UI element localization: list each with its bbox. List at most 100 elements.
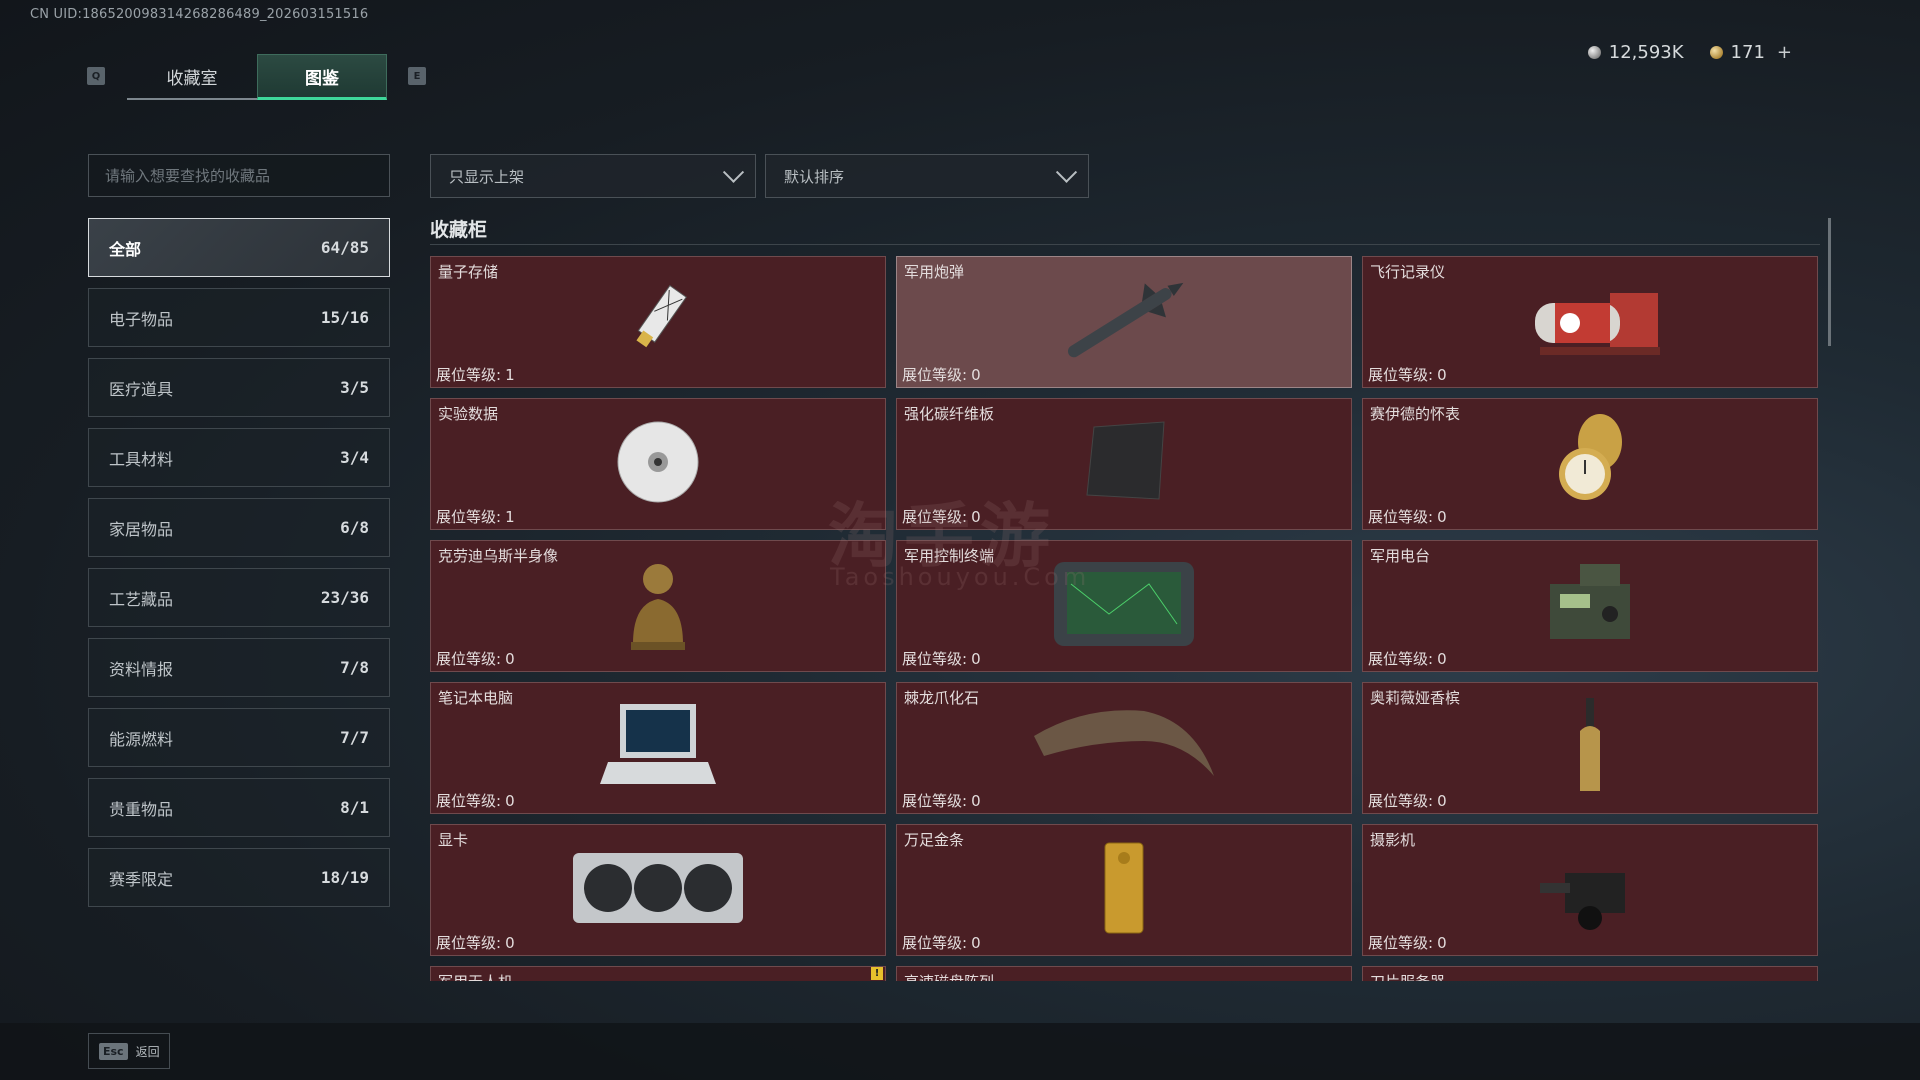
category-item[interactable]: 家居物品 6/8 [88, 498, 390, 557]
category-label: 电子物品 [109, 309, 174, 329]
category-label: 能源燃料 [109, 729, 174, 749]
category-item[interactable]: 资料情报 7/8 [88, 638, 390, 697]
item-level: 展位等级: 0 [902, 648, 981, 669]
item-level: 展位等级: 1 [436, 364, 515, 385]
level-value: 0 [971, 934, 981, 952]
esc-key-icon: Esc [99, 1042, 128, 1060]
pocket-watch-icon [1545, 412, 1635, 516]
level-value: 0 [1437, 934, 1447, 952]
collection-card[interactable]: 军用无人机! [430, 966, 886, 981]
footer-bar [0, 1023, 1920, 1080]
item-name: 军用炮弹 [904, 263, 965, 281]
item-level: 展位等级: 0 [436, 648, 515, 669]
category-count: 7/7 [340, 728, 369, 747]
category-list: 全部 64/85 电子物品 15/16 医疗道具 3/5 工具材料 3/4 家居物品 6/8 工艺藏… [88, 218, 390, 918]
collection-card[interactable]: 刀片服务器 [1362, 966, 1818, 981]
collection-card[interactable]: 摄影机展位等级: 0 [1362, 824, 1818, 956]
category-item[interactable]: 工具材料 3/4 [88, 428, 390, 487]
level-value: 0 [1437, 508, 1447, 526]
level-value: 0 [971, 792, 981, 810]
item-level: 展位等级: 0 [1368, 932, 1447, 953]
missile-icon [1049, 270, 1199, 374]
item-level: 展位等级: 0 [1368, 364, 1447, 385]
gold-currency[interactable]: 171 + [1709, 42, 1792, 63]
sort-dropdown[interactable]: 默认排序 [765, 154, 1089, 198]
champagne-icon [1570, 696, 1610, 800]
level-value: 0 [971, 650, 981, 668]
category-count: 23/36 [320, 588, 369, 607]
category-item[interactable]: 全部 64/85 [88, 218, 390, 277]
collection-card[interactable]: 克劳迪乌斯半身像 展位等级: 0 [430, 540, 886, 672]
category-item[interactable]: 能源燃料 7/7 [88, 708, 390, 767]
level-value: 0 [1437, 792, 1447, 810]
category-item[interactable]: 赛季限定 18/19 [88, 848, 390, 907]
level-label: 展位等级: [436, 792, 502, 810]
level-label: 展位等级: [436, 508, 502, 526]
item-level: 展位等级: 0 [1368, 648, 1447, 669]
collection-card[interactable]: 万足金条 展位等级: 0 [896, 824, 1352, 956]
laptop-icon [598, 696, 718, 800]
radio-icon [1540, 554, 1640, 658]
level-value: 0 [1437, 366, 1447, 384]
item-name: 高速磁盘阵列 [904, 971, 994, 981]
item-name: 棘龙爪化石 [904, 689, 980, 707]
category-item[interactable]: 贵重物品 8/1 [88, 778, 390, 837]
collection-card[interactable]: 飞行记录仪展位等级: 0 [1362, 256, 1818, 388]
item-name: 笔记本电脑 [438, 689, 514, 707]
collection-card[interactable]: 显卡 展位等级: 0 [430, 824, 886, 956]
category-count: 18/19 [320, 868, 369, 887]
next-tab-key[interactable]: E [408, 67, 426, 85]
collection-card[interactable]: 奥莉薇娅香槟 展位等级: 0 [1362, 682, 1818, 814]
collection-card[interactable]: 军用电台 展位等级: 0 [1362, 540, 1818, 672]
item-name: 摄影机 [1370, 831, 1416, 849]
collection-card[interactable]: 量子存储 展位等级: 1 [430, 256, 886, 388]
item-level: 展位等级: 1 [436, 506, 515, 527]
flight-recorder-icon [1515, 275, 1665, 369]
item-name: 克劳迪乌斯半身像 [438, 547, 559, 565]
collection-card[interactable]: 笔记本电脑展位等级: 0 [430, 682, 886, 814]
grid-scrollbar[interactable] [1828, 218, 1831, 346]
item-name: 奥莉薇娅香槟 [1370, 689, 1461, 707]
filter-dropdown[interactable]: 只显示上架 [430, 154, 756, 198]
item-name: 赛伊德的怀表 [1370, 405, 1461, 423]
tab-catalog[interactable]: 图鉴 [257, 54, 387, 100]
collection-card[interactable]: 赛伊德的怀表 展位等级: 0 [1362, 398, 1818, 530]
category-label: 医疗道具 [109, 379, 174, 399]
collection-card[interactable]: 军用炮弹 展位等级: 0 [896, 256, 1352, 388]
category-count: 15/16 [320, 308, 369, 327]
item-level: 展位等级: 0 [902, 932, 981, 953]
chevron-down-icon [722, 161, 745, 183]
level-value: 0 [505, 792, 515, 810]
category-item[interactable]: 医疗道具 3/5 [88, 358, 390, 417]
watermark-en: Taoshouyou.Com [830, 563, 1091, 591]
silver-currency: 12,593K [1587, 42, 1684, 63]
category-item[interactable]: 工艺藏品 23/36 [88, 568, 390, 627]
currency-bar: 12,593K 171 + [1587, 42, 1792, 63]
collection-card[interactable]: 实验数据 展位等级: 1 [430, 398, 886, 530]
gold-amount: 171 [1730, 42, 1765, 63]
item-name: 飞行记录仪 [1370, 263, 1446, 281]
level-label: 展位等级: [902, 650, 968, 668]
level-value: 0 [505, 934, 515, 952]
item-level: 展位等级: 0 [1368, 790, 1447, 811]
collection-card[interactable]: 高速磁盘阵列 [896, 966, 1352, 981]
level-label: 展位等级: [902, 792, 968, 810]
gold-bar-icon [1099, 838, 1149, 942]
back-button[interactable]: Esc 返回 [88, 1033, 170, 1069]
tab-collection-room[interactable]: 收藏室 [127, 54, 257, 100]
level-label: 展位等级: [436, 650, 502, 668]
item-grid-viewport: 量子存储 展位等级: 1 军用炮弹 展位等级: 0 飞行记录仪 展位等级: 0 实验数据 展位等级:… [430, 256, 1818, 981]
level-value: 0 [971, 366, 981, 384]
usb-drive-icon [618, 275, 698, 369]
category-item[interactable]: 电子物品 15/16 [88, 288, 390, 347]
level-label: 展位等级: [1368, 792, 1434, 810]
category-count: 3/5 [340, 378, 369, 397]
add-currency-button[interactable]: + [1777, 42, 1792, 63]
collection-card[interactable]: 棘龙爪化石展位等级: 0 [896, 682, 1352, 814]
item-level: 展位等级: 0 [1368, 506, 1447, 527]
search-input[interactable]: 请输入想要查找的收藏品 [88, 154, 390, 197]
item-name: 显卡 [438, 831, 469, 849]
bust-icon [623, 554, 693, 658]
silver-amount: 12,593K [1608, 42, 1684, 63]
prev-tab-key[interactable]: Q [87, 67, 105, 85]
